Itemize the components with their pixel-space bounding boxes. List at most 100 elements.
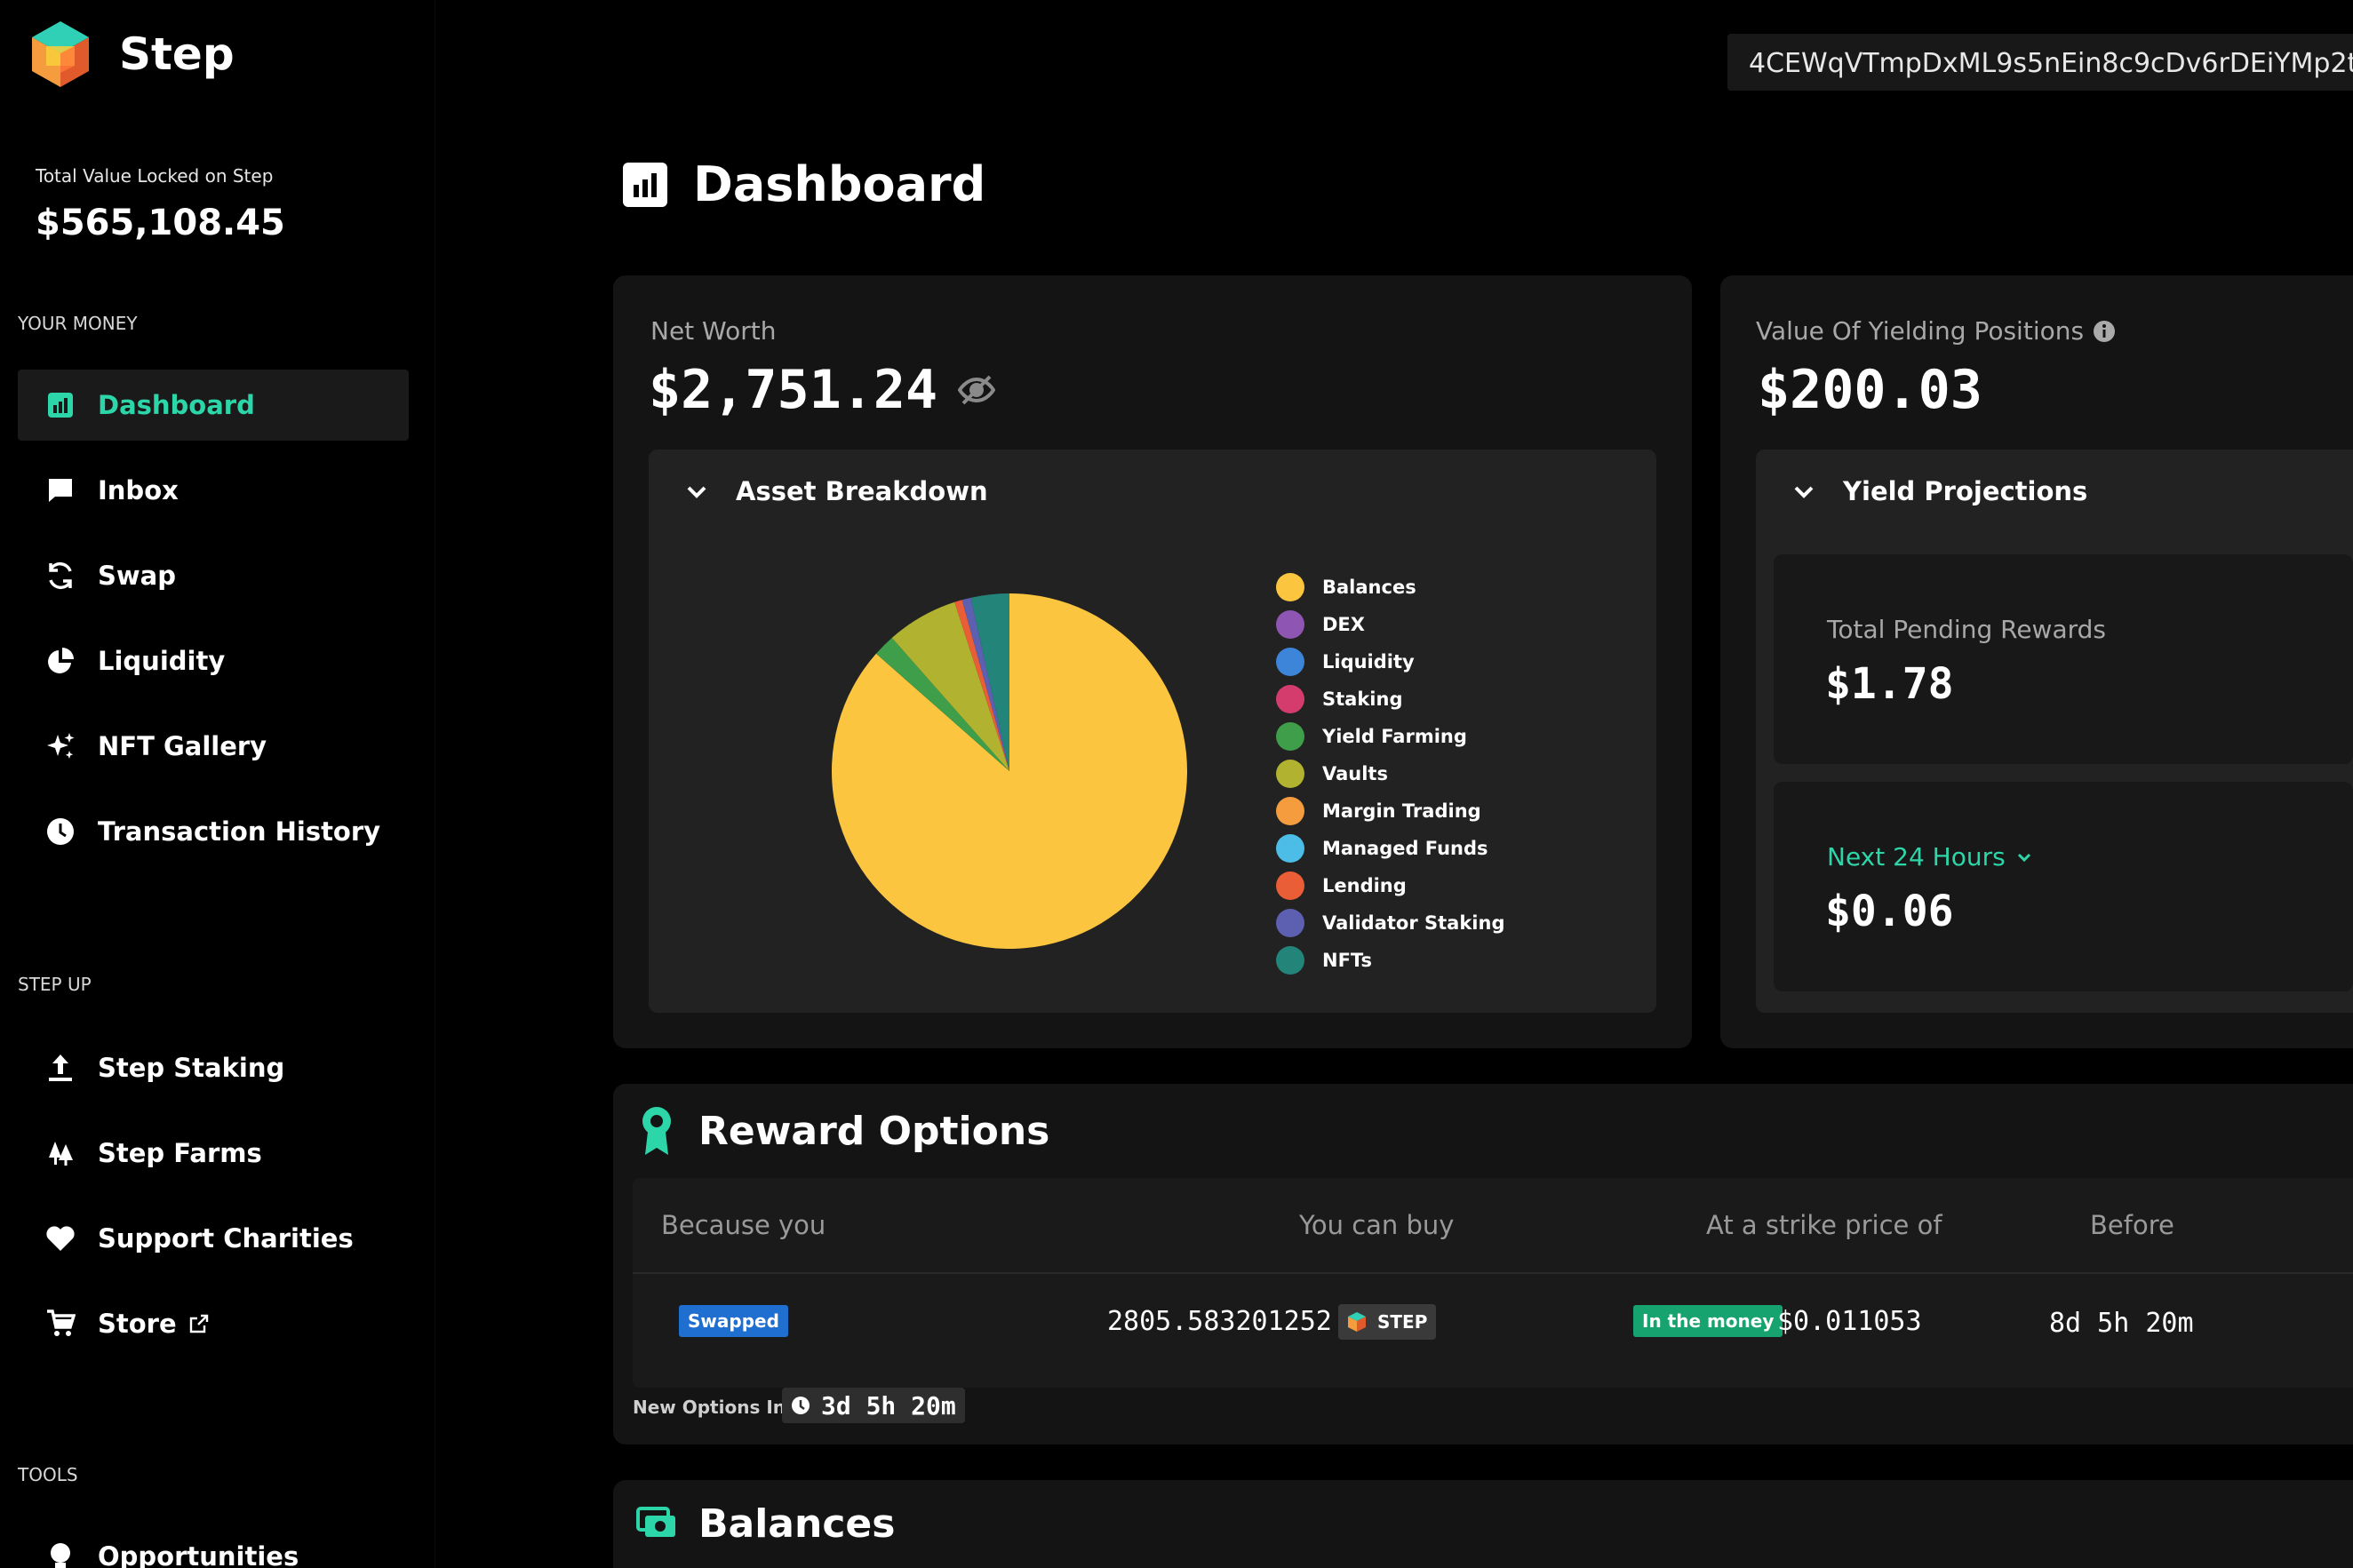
sidebar-item-label: Support Charities xyxy=(98,1223,354,1254)
legend-swatch xyxy=(1276,573,1304,601)
strike-price: $0.011053 xyxy=(1777,1306,1922,1337)
sidebar-item-dashboard[interactable]: Dashboard xyxy=(18,370,409,441)
sidebar-item-label: Swap xyxy=(98,561,177,591)
section-step-up: STEP UP xyxy=(18,974,92,995)
column-header-strike: At a strike price of xyxy=(1706,1210,1942,1240)
legend-swatch xyxy=(1276,610,1304,639)
balances-title: Balances xyxy=(698,1501,896,1547)
section-tools: TOOLS xyxy=(18,1464,78,1485)
reason-badge: Swapped xyxy=(679,1305,788,1337)
yield-projections-header[interactable]: Yield Projections xyxy=(1791,476,2087,506)
new-options-label: New Options In: xyxy=(633,1397,793,1418)
sidebar-item-step-staking[interactable]: Step Staking xyxy=(18,1032,409,1103)
legend-item[interactable]: NFTs xyxy=(1276,942,1505,979)
legend-item[interactable]: Yield Farming xyxy=(1276,718,1505,755)
pie-chart-icon xyxy=(44,645,76,677)
legend-label: Balances xyxy=(1322,577,1416,598)
legend-swatch xyxy=(1276,685,1304,713)
section-your-money: YOUR MONEY xyxy=(18,313,138,334)
clock-icon xyxy=(44,816,76,848)
pending-rewards-card: Total Pending Rewards $1.78 xyxy=(1774,554,2353,764)
sidebar-item-label: Opportunities xyxy=(98,1541,299,1568)
asset-breakdown-legend: Balances DEX Liquidity Staking Yield Farming… xyxy=(1276,569,1505,979)
chevron-down-icon xyxy=(2017,853,2030,862)
yield-label-row: Value Of Yielding Positions xyxy=(1756,316,2116,346)
yield-projections-title: Yield Projections xyxy=(1843,476,2088,506)
legend-item[interactable]: DEX xyxy=(1276,606,1505,643)
sidebar-item-label: Inbox xyxy=(98,475,179,505)
legend-item[interactable]: Validator Staking xyxy=(1276,904,1505,942)
sidebar-item-inbox[interactable]: Inbox xyxy=(18,455,409,526)
legend-label: Margin Trading xyxy=(1322,800,1481,822)
sidebar-item-nft-gallery[interactable]: NFT Gallery xyxy=(18,711,409,782)
chat-icon xyxy=(44,474,76,506)
legend-item[interactable]: Vaults xyxy=(1276,755,1505,792)
sidebar-item-step-farms[interactable]: Step Farms xyxy=(18,1118,409,1189)
token-chip[interactable]: STEP xyxy=(1338,1304,1437,1340)
brand[interactable]: Step xyxy=(28,20,235,89)
legend-swatch xyxy=(1276,834,1304,863)
step-token-icon xyxy=(1348,1312,1366,1332)
pending-rewards-label: Total Pending Rewards xyxy=(1827,615,2106,644)
reward-options-title: Reward Options xyxy=(698,1109,1050,1154)
dashboard-icon xyxy=(623,162,667,207)
legend-swatch xyxy=(1276,946,1304,975)
legend-item[interactable]: Managed Funds xyxy=(1276,830,1505,867)
yield-projections-panel: Yield Projections Total Pending Rewards … xyxy=(1756,450,2353,1013)
legend-item[interactable]: Lending xyxy=(1276,867,1505,904)
heart-icon xyxy=(44,1222,76,1254)
legend-swatch xyxy=(1276,760,1304,788)
asset-breakdown-title: Asset Breakdown xyxy=(736,476,988,506)
sidebar-item-label: Step Farms xyxy=(98,1138,262,1168)
legend-label: Vaults xyxy=(1322,763,1388,784)
legend-label: Staking xyxy=(1322,688,1403,710)
lightbulb-icon xyxy=(44,1540,76,1568)
page-header: Dashboard xyxy=(622,156,985,212)
upload-icon xyxy=(44,1052,76,1084)
sidebar-item-support-charities[interactable]: Support Charities xyxy=(18,1203,409,1274)
legend-item[interactable]: Balances xyxy=(1276,569,1505,606)
yield-value: $200.03 xyxy=(1758,359,1982,421)
step-logo-icon xyxy=(32,21,89,87)
period-projection-value: $0.06 xyxy=(1825,887,1954,936)
period-dropdown[interactable]: Next 24 Hours xyxy=(1827,842,2032,872)
eye-slash-icon[interactable] xyxy=(958,371,995,409)
sidebar: Step Total Value Locked on Step $565,108… xyxy=(0,0,435,1568)
legend-swatch xyxy=(1276,797,1304,825)
sidebar-item-swap[interactable]: Swap xyxy=(18,540,409,611)
token-symbol: STEP xyxy=(1377,1311,1428,1333)
buy-amount: 2805.583201252 xyxy=(1107,1306,1332,1337)
new-options-timer: 3d 5h 20m xyxy=(782,1388,965,1423)
balances-card: Balances xyxy=(613,1480,2353,1568)
chevron-down-icon xyxy=(1794,486,1814,498)
tvl-value: $565,108.45 xyxy=(36,203,285,243)
cart-icon xyxy=(44,1308,76,1340)
wallet-address-button[interactable]: 4CEWqVTmpDxML9s5nEin8c9cDv6rDEiYMp2trcmD xyxy=(1727,34,2353,91)
legend-label: DEX xyxy=(1322,614,1365,635)
asset-breakdown-header[interactable]: Asset Breakdown xyxy=(684,476,988,506)
sparkles-icon xyxy=(44,730,76,762)
swap-icon xyxy=(44,560,76,592)
yield-card: Value Of Yielding Positions $200.03 Yiel… xyxy=(1720,275,2353,1048)
sidebar-item-liquidity[interactable]: Liquidity xyxy=(18,625,409,696)
column-header-before: Before xyxy=(2090,1210,2174,1240)
cash-icon xyxy=(636,1507,675,1537)
legend-swatch xyxy=(1276,872,1304,900)
legend-item[interactable]: Margin Trading xyxy=(1276,792,1505,830)
sidebar-item-label: Liquidity xyxy=(98,646,226,676)
sidebar-item-opportunities[interactable]: Opportunities xyxy=(18,1521,409,1568)
legend-item[interactable]: Staking xyxy=(1276,681,1505,718)
info-icon[interactable] xyxy=(2093,320,2116,343)
legend-item[interactable]: Liquidity xyxy=(1276,643,1505,681)
legend-swatch xyxy=(1276,648,1304,676)
legend-label: Lending xyxy=(1322,875,1407,896)
period-dropdown-label: Next 24 Hours xyxy=(1827,842,2006,872)
external-link-icon xyxy=(189,1314,208,1333)
legend-label: Managed Funds xyxy=(1322,838,1488,859)
page-title: Dashboard xyxy=(693,156,986,212)
sidebar-item-store[interactable]: Store xyxy=(18,1288,409,1359)
trees-icon xyxy=(44,1137,76,1169)
net-worth-value: $2,751.24 xyxy=(649,359,938,421)
legend-label: Liquidity xyxy=(1322,651,1415,673)
sidebar-item-transaction-history[interactable]: Transaction History xyxy=(18,796,409,867)
